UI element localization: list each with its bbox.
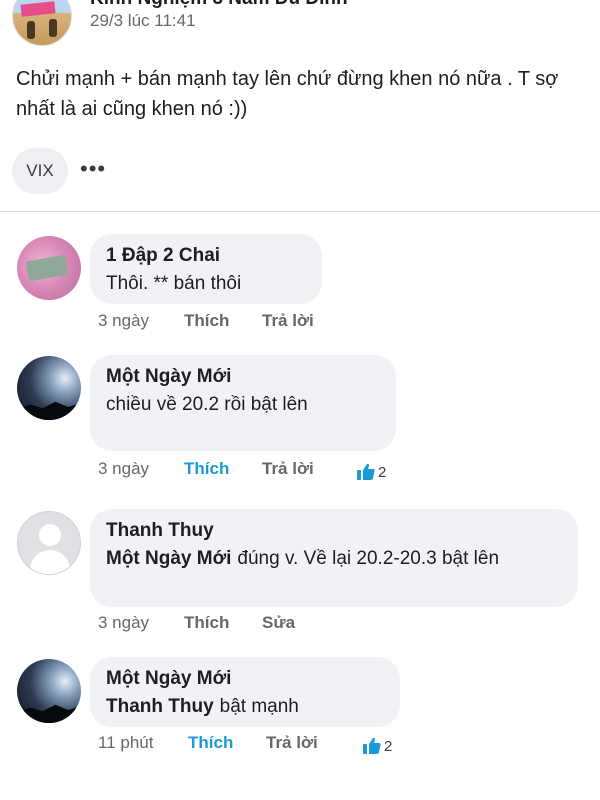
comment-avatar[interactable] <box>17 236 81 300</box>
comment-author-name[interactable]: Một Ngày Mới <box>106 665 384 693</box>
comment-bubble: 1 Đập 2 Chai Thôi. ** bán thôi <box>90 234 322 304</box>
comment-bubble: Thanh Thuy Một Ngày Mới đúng v. Về lại 20… <box>90 509 578 607</box>
comment-author-name[interactable]: Thanh Thuy <box>106 517 562 545</box>
comment-author-name[interactable]: 1 Đập 2 Chai <box>106 242 306 270</box>
comment-avatar[interactable] <box>17 659 81 723</box>
like-button[interactable]: Thích <box>184 459 262 479</box>
like-button[interactable]: Thích <box>188 733 266 753</box>
reply-button[interactable]: Trả lời <box>262 311 314 331</box>
comment-text: Thanh Thuy bật mạnh <box>106 693 384 721</box>
more-options-icon[interactable]: ••• <box>80 156 106 182</box>
comment-time: 3 ngày <box>98 459 150 478</box>
default-avatar-body <box>30 550 70 574</box>
reaction-number: 2 <box>378 463 387 481</box>
comment-time: 11 phút <box>98 733 154 752</box>
avatar-figure-graphic <box>27 21 35 39</box>
comment-time: 3 ngày <box>98 311 150 330</box>
like-button[interactable]: Thích <box>184 311 262 331</box>
edit-button[interactable]: Sửa <box>262 613 295 633</box>
mention-tag[interactable]: Một Ngày Mới <box>106 548 231 569</box>
comment-actions: 3 ngày Thích Trả lời <box>98 459 314 479</box>
comment-actions: 11 phút Thích Trả lời <box>98 733 318 753</box>
thumbs-up-icon <box>357 463 375 480</box>
reaction-number: 2 <box>384 737 393 755</box>
avatar-flag-graphic <box>20 1 56 17</box>
thumbs-up-icon <box>363 737 381 754</box>
like-button[interactable]: Thích <box>184 613 262 633</box>
comment-time: 3 ngày <box>98 613 150 632</box>
post-author-name[interactable]: Kinh Nghiệm 3 Năm Đu Đỉnh <box>90 0 348 10</box>
avatar-landscape-graphic <box>17 401 81 420</box>
stock-tag-chip[interactable]: VIX <box>12 148 68 194</box>
reaction-count[interactable]: 2 <box>362 736 392 756</box>
avatar-figure-graphic <box>49 19 57 37</box>
comment-text: Một Ngày Mới đúng v. Về lại 20.2-20.3 bật… <box>106 545 562 573</box>
avatar-landscape-graphic <box>17 704 81 723</box>
comment-actions: 3 ngày Thích Sửa <box>98 613 295 633</box>
mention-tag[interactable]: Thanh Thuy <box>106 696 214 717</box>
comment-avatar[interactable] <box>17 511 81 575</box>
comment-text: chiều về 20.2 rồi bật lên <box>106 394 308 415</box>
comment-text-body: bật mạnh <box>219 696 299 717</box>
post-detail-page: Kinh Nghiệm 3 Năm Đu Đỉnh 29/3 lúc 11:41… <box>0 0 600 800</box>
reaction-count[interactable]: 2 <box>356 462 386 482</box>
post-timestamp[interactable]: 29/3 lúc 11:41 <box>90 11 196 31</box>
avatar-banknote-graphic <box>25 254 69 282</box>
comment-bubble: Một Ngày Mới Thanh Thuy bật mạnh <box>90 657 400 727</box>
comment-bubble: Một Ngày Mới chiều về 20.2 rồi bật lên <box>90 355 396 451</box>
comment-avatar[interactable] <box>17 356 81 420</box>
divider <box>0 211 600 212</box>
post-author-avatar[interactable] <box>12 0 72 46</box>
reply-button[interactable]: Trả lời <box>262 459 314 479</box>
comment-author-name[interactable]: Một Ngày Mới <box>106 363 380 391</box>
comment-actions: 3 ngày Thích Trả lời <box>98 311 314 331</box>
comment-text: Thôi. ** bán thôi <box>106 273 242 294</box>
post-body-text: Chửi mạnh + bán mạnh tay lên chứ đừng kh… <box>16 68 559 120</box>
default-avatar-head <box>39 524 61 546</box>
comment-text-body: đúng v. Về lại 20.2-20.3 bật lên <box>237 548 500 569</box>
reply-button[interactable]: Trả lời <box>266 733 318 753</box>
